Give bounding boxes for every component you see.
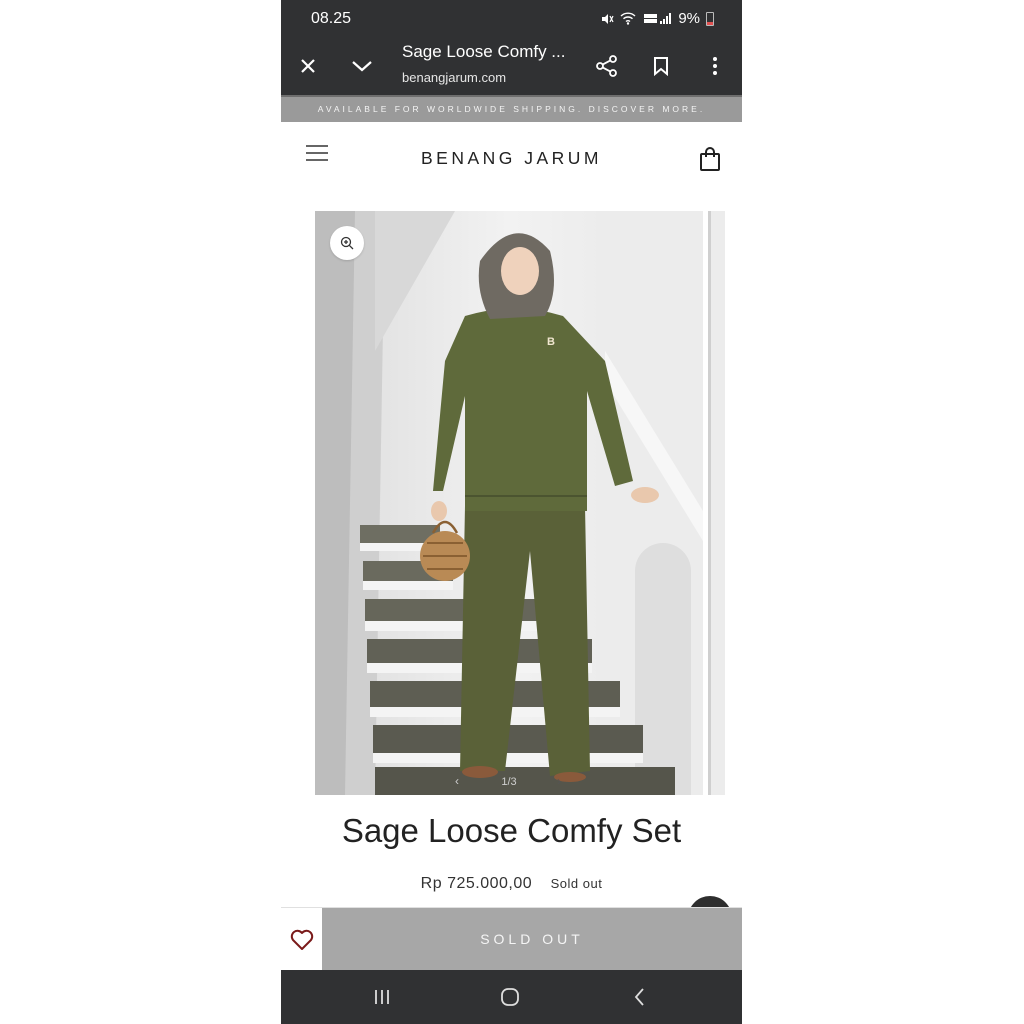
- wifi-icon: [620, 12, 636, 25]
- gallery-next-arrow[interactable]: ›: [557, 774, 561, 788]
- brand-logo[interactable]: BENANG JARUM: [281, 148, 742, 169]
- lte-signal-icon: [644, 13, 672, 24]
- home-icon[interactable]: [496, 983, 524, 1011]
- back-icon[interactable]: [626, 983, 654, 1011]
- bookmark-icon[interactable]: [645, 50, 677, 82]
- sold-out-button[interactable]: SOLD OUT: [322, 908, 742, 971]
- chevron-down-icon[interactable]: [346, 50, 378, 82]
- sold-out-badge: Sold out: [550, 876, 603, 891]
- zoom-in-icon[interactable]: [330, 226, 364, 260]
- battery-percent: 9%: [678, 10, 700, 27]
- gallery-counter: 1/3: [501, 776, 517, 788]
- shopping-bag-icon[interactable]: [699, 146, 723, 174]
- price-row: Rp 725.000,00 Sold out: [281, 875, 742, 893]
- add-to-cart-bar: SOLD OUT: [281, 907, 742, 971]
- heart-icon[interactable]: [281, 908, 322, 971]
- battery-icon: [706, 11, 714, 26]
- product-image[interactable]: B ‹ 1/3 ›: [315, 211, 703, 795]
- phone-screen: 08.25 9% Sage Loose Comfy ... benangjaru…: [281, 0, 742, 1024]
- recent-apps-icon[interactable]: [368, 983, 396, 1011]
- mute-icon: [602, 13, 614, 24]
- close-icon[interactable]: [292, 50, 324, 82]
- status-time: 08.25: [311, 10, 352, 27]
- share-icon[interactable]: [591, 50, 623, 82]
- browser-toolbar: Sage Loose Comfy ... benangjarum.com: [281, 38, 742, 95]
- site-header: BENANG JARUM: [281, 122, 742, 202]
- page-title[interactable]: Sage Loose Comfy ...: [402, 42, 565, 62]
- product-title: Sage Loose Comfy Set: [341, 812, 682, 849]
- more-vertical-icon[interactable]: [699, 50, 731, 82]
- announcement-bar[interactable]: AVAILABLE FOR WORLDWIDE SHIPPING. DISCOV…: [281, 95, 742, 122]
- system-nav-bar: [281, 970, 742, 1024]
- status-icons: 9%: [600, 10, 714, 27]
- next-image-preview[interactable]: [708, 211, 725, 795]
- brand-patch: B: [547, 336, 555, 348]
- product-photo: B: [315, 211, 703, 795]
- status-bar: 08.25 9%: [281, 0, 742, 38]
- product-price: Rp 725.000,00: [420, 875, 533, 892]
- page-url[interactable]: benangjarum.com: [402, 70, 506, 85]
